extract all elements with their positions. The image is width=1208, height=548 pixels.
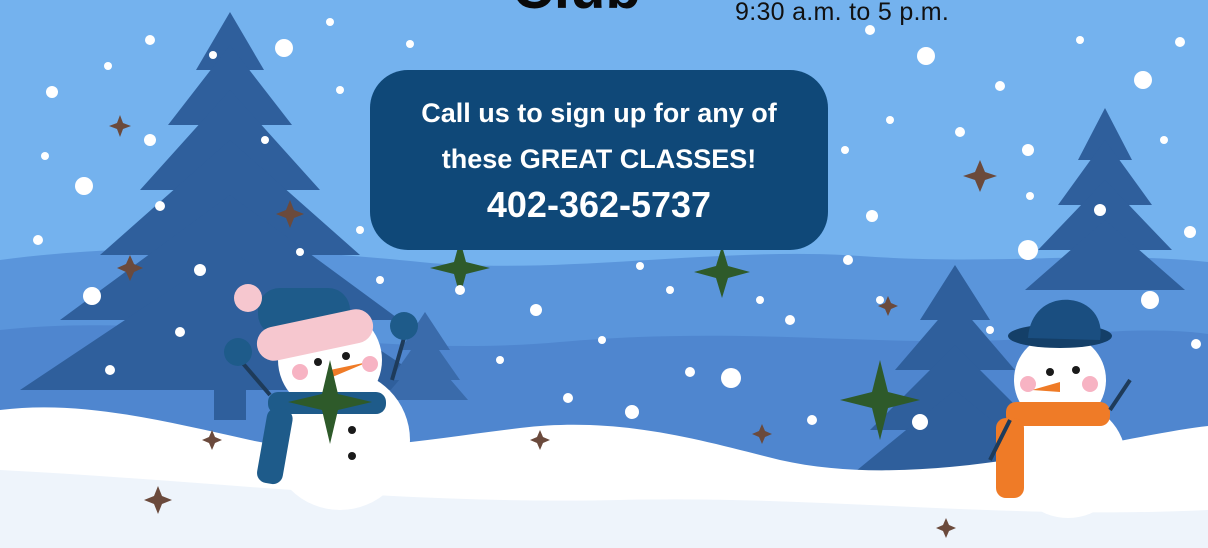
callout-line-1: Call us to sign up for any of <box>421 98 777 128</box>
right-snowman <box>988 299 1132 518</box>
club-title-partial: Club <box>512 0 641 18</box>
hours-text: 9:30 a.m. to 5 p.m. <box>735 0 950 26</box>
signup-callout-box: Call us to sign up for any of these GREA… <box>370 70 828 250</box>
phone-number[interactable]: 402-362-5737 <box>370 184 828 226</box>
callout-line-2: these GREAT CLASSES! <box>441 144 757 174</box>
winter-scene-banner: Club 9:30 a.m. to 5 p.m. Call us to sign… <box>0 0 1208 548</box>
